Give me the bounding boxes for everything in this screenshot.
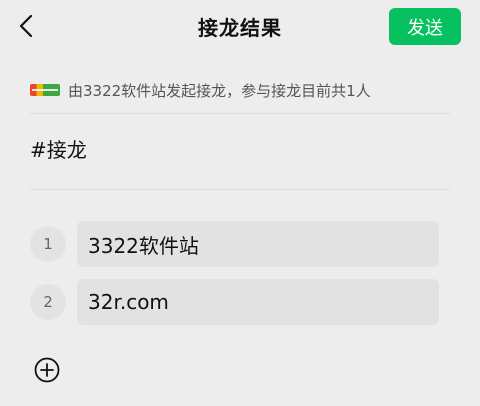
divider	[30, 189, 450, 190]
topic-hashtag[interactable]: #接龙	[30, 134, 87, 163]
entry-number-badge: 1	[30, 226, 66, 262]
top-bar: 接龙结果 发送	[0, 0, 480, 54]
list-item: 1 3322软件站	[30, 220, 439, 268]
divider	[30, 113, 450, 114]
entry-number-badge: 2	[30, 284, 66, 320]
list-item: 2 32r.com	[30, 278, 439, 326]
send-button[interactable]: 发送	[389, 8, 461, 45]
initiator-text: 由3322软件站发起接龙，参与接龙目前共1人	[68, 81, 371, 100]
plus-circle-icon	[34, 357, 60, 383]
entry-input[interactable]: 32r.com	[77, 279, 439, 325]
add-entry-button[interactable]	[34, 357, 60, 383]
entry-input[interactable]: 3322软件站	[77, 221, 439, 267]
site-logo-icon	[30, 84, 60, 96]
initiator-info: 由3322软件站发起接龙，参与接龙目前共1人	[30, 79, 371, 101]
